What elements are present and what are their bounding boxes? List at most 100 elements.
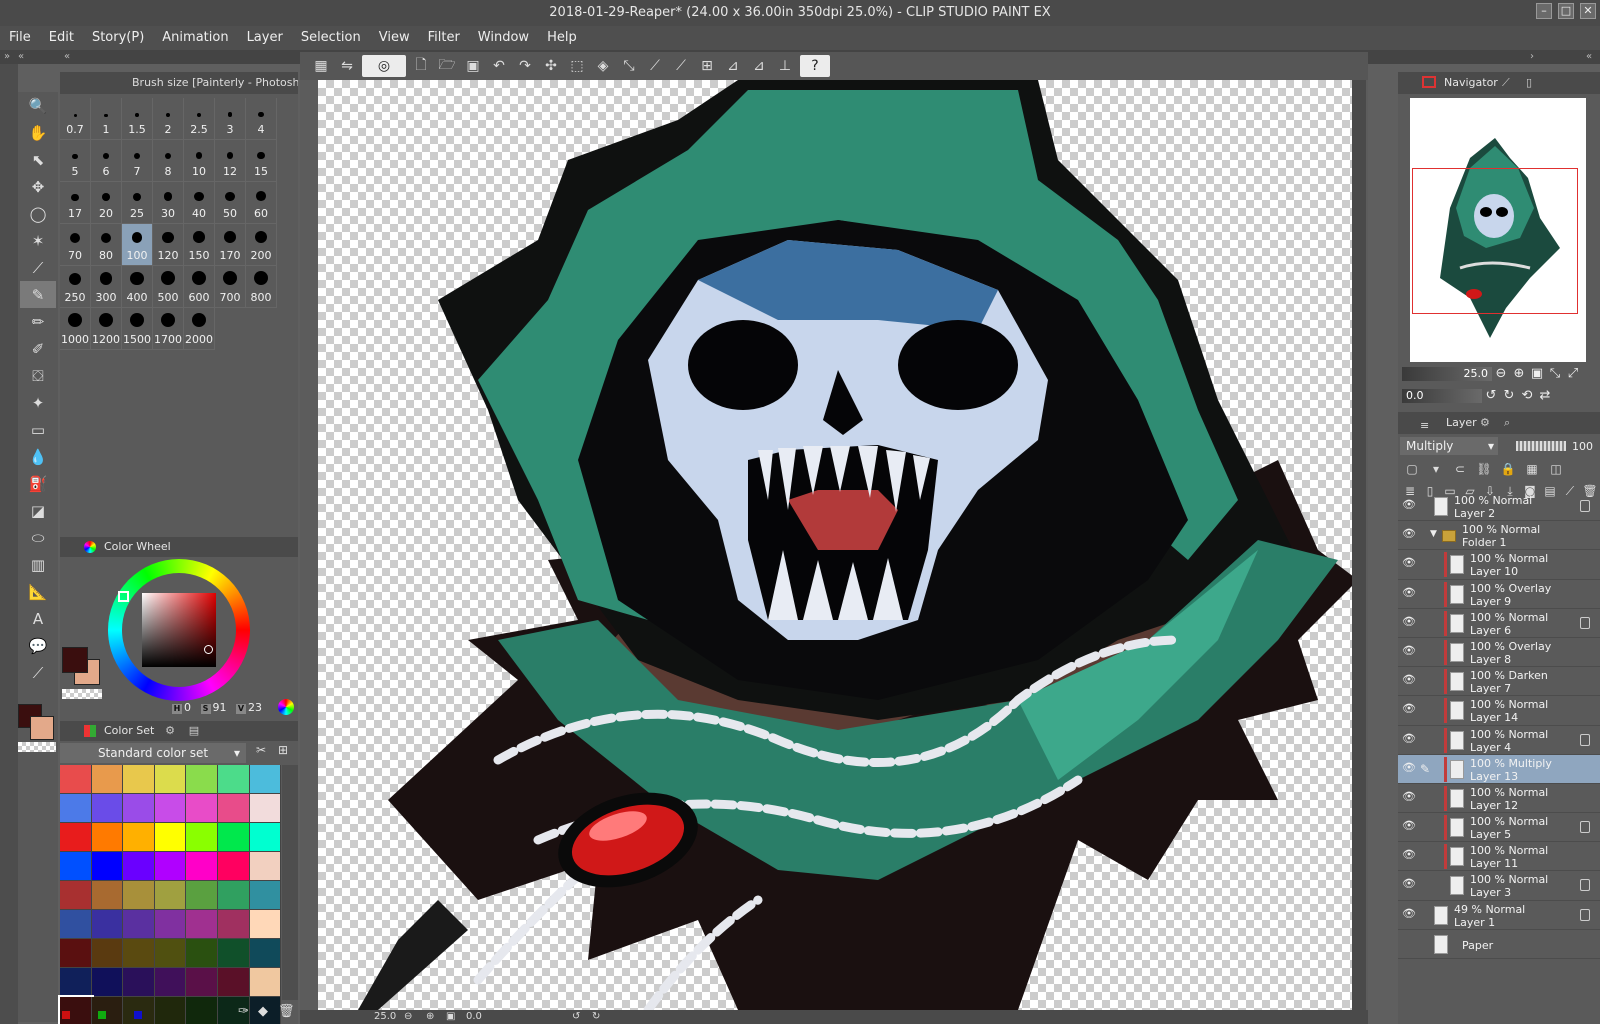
color-swatch[interactable]: [249, 939, 282, 968]
save-icon[interactable]: ▣: [462, 55, 484, 77]
layer-row[interactable]: 👁 100 % Normal Layer 10: [1398, 550, 1600, 580]
color-swatch[interactable]: [249, 852, 282, 881]
brush-size-cell[interactable]: 6: [91, 140, 122, 182]
opacity-value[interactable]: 100: [1572, 440, 1593, 453]
flip-view-icon[interactable]: ⇄: [1536, 387, 1554, 405]
layer-row[interactable]: 👁 100 % Normal Layer 11: [1398, 842, 1600, 872]
collapse-right-icon[interactable]: «: [1586, 50, 1592, 64]
clip-layer-icon[interactable]: ⊂: [1450, 460, 1470, 478]
color-wheel-tab[interactable]: Color Wheel: [60, 537, 298, 557]
opacity-slider[interactable]: [1516, 441, 1566, 451]
mode-switch-icon[interactable]: ⇋: [336, 55, 358, 77]
snap-special-ruler-icon[interactable]: ⊿: [748, 55, 770, 77]
color-swatch[interactable]: [60, 939, 92, 968]
zoom-in-icon[interactable]: ⊕: [1510, 365, 1528, 383]
color-swatch[interactable]: [217, 823, 250, 852]
color-swatch[interactable]: [60, 881, 92, 910]
color-swatch[interactable]: [249, 910, 282, 939]
brush-size-cell[interactable]: 0.7: [60, 98, 91, 140]
color-swatch[interactable]: [123, 765, 155, 794]
color-swatch[interactable]: [249, 968, 282, 997]
sub-color-swatch[interactable]: [30, 716, 54, 740]
layer-row[interactable]: 👁 100 % Normal Layer 5: [1398, 813, 1600, 843]
pencil-icon[interactable]: ✏: [20, 308, 56, 335]
eraser-icon[interactable]: ▭: [20, 416, 56, 443]
lock-transparent-icon[interactable]: ▦: [1522, 460, 1542, 478]
zoom-tool-icon[interactable]: 🔍: [20, 92, 56, 119]
trash-icon[interactable]: 🗑: [278, 1004, 295, 1019]
frame-icon[interactable]: ▥: [20, 551, 56, 578]
color-swatch[interactable]: [217, 910, 250, 939]
color-swatch[interactable]: [60, 910, 92, 939]
color-swatch[interactable]: [123, 794, 155, 823]
color-set-add-icon[interactable]: ⊞: [274, 743, 292, 763]
visibility-eye-icon[interactable]: 👁: [1402, 908, 1416, 919]
visibility-eye-icon[interactable]: 👁: [1402, 674, 1416, 685]
lock-layer-icon[interactable]: 🔒: [1498, 460, 1518, 478]
navigator-thumbnail[interactable]: [1410, 98, 1586, 362]
hand-tool-icon[interactable]: ✋: [20, 119, 56, 146]
color-swatch[interactable]: [249, 794, 282, 823]
wheel-main-color[interactable]: [62, 647, 88, 673]
status-fit-icon[interactable]: ▣: [446, 1010, 455, 1024]
color-swatch[interactable]: [60, 852, 92, 881]
status-zoom-in-icon[interactable]: ⊕: [426, 1010, 434, 1024]
approximate-color-tab-icon[interactable]: ▤: [184, 721, 204, 741]
color-swatch[interactable]: [154, 997, 187, 1024]
layer-row[interactable]: 👁 100 % Overlay Layer 9: [1398, 580, 1600, 609]
gradient-icon[interactable]: ◪: [20, 497, 56, 524]
color-swatch[interactable]: [91, 823, 124, 852]
status-zoom-out-icon[interactable]: ⊖: [404, 1010, 412, 1024]
operation-tool-icon[interactable]: ⬉: [20, 146, 56, 173]
lock-icon[interactable]: [1580, 733, 1590, 746]
help-icon[interactable]: ?: [800, 55, 830, 77]
layer-row[interactable]: 👁 100 % Normal Layer 14: [1398, 696, 1600, 726]
reset-rotation-icon[interactable]: ⟲: [1518, 387, 1536, 405]
drawing-canvas[interactable]: [318, 80, 1352, 1010]
brush-size-cell[interactable]: 4: [246, 98, 277, 140]
brush-size-cell[interactable]: 2.5: [184, 98, 215, 140]
deselect-icon[interactable]: ⬚: [566, 55, 588, 77]
color-swatch[interactable]: [249, 823, 282, 852]
flip-horizontal-icon[interactable]: ⤡: [1546, 365, 1564, 383]
fit-to-window-icon[interactable]: ▣: [1528, 365, 1546, 383]
open-file-icon[interactable]: 🗁: [436, 55, 458, 77]
color-set-select[interactable]: Standard color set ▾: [60, 743, 246, 763]
sv-marker[interactable]: [204, 645, 213, 654]
brush-size-cell[interactable]: 500: [153, 266, 184, 308]
layer-color-dropdown-icon[interactable]: ▾: [1426, 460, 1446, 478]
status-rotate-right-icon[interactable]: ↻: [592, 1010, 600, 1024]
color-swatch[interactable]: [123, 852, 155, 881]
saturation-value-square[interactable]: [142, 593, 216, 667]
new-file-icon[interactable]: 🗋: [410, 55, 432, 77]
color-swatch[interactable]: [186, 765, 218, 794]
brush-size-cell[interactable]: 8: [153, 140, 184, 182]
rotate-right-icon[interactable]: ↻: [1500, 387, 1518, 405]
status-zoom[interactable]: 25.0: [374, 1010, 396, 1024]
brush-size-cell[interactable]: 15: [246, 140, 277, 182]
collapse-left-icon-2[interactable]: «: [18, 50, 24, 64]
color-swatch[interactable]: [123, 968, 155, 997]
brush-size-cell[interactable]: 600: [184, 266, 215, 308]
maximize-button[interactable]: □: [1558, 3, 1574, 19]
brush-size-cell[interactable]: 1700: [153, 308, 184, 350]
balloon-icon[interactable]: 💬: [20, 632, 56, 659]
visibility-eye-icon[interactable]: 👁: [1402, 820, 1416, 831]
rotate-left-icon[interactable]: ↺: [1482, 387, 1500, 405]
color-swatch[interactable]: [91, 794, 124, 823]
layer-search-tab-icon[interactable]: ⌕: [1504, 412, 1510, 434]
grid-icon[interactable]: ⊞: [696, 55, 718, 77]
visibility-eye-icon[interactable]: 👁: [1402, 878, 1416, 889]
brush-size-cell[interactable]: 17: [60, 182, 91, 224]
menu-selection[interactable]: Selection: [292, 26, 370, 50]
brush-size-cell[interactable]: 40: [184, 182, 215, 224]
hue-marker[interactable]: [118, 591, 129, 602]
transform-icon[interactable]: ✣: [540, 55, 562, 77]
brush-size-cell[interactable]: 5: [60, 140, 91, 182]
expand-right-icon[interactable]: ›: [1530, 50, 1534, 64]
color-swatch[interactable]: [217, 939, 250, 968]
color-set-tab[interactable]: Color Set ⚙ ▤: [60, 721, 298, 741]
color-swatch[interactable]: [60, 968, 92, 997]
color-swatch[interactable]: [154, 910, 187, 939]
brush-size-cell[interactable]: 1000: [60, 308, 91, 350]
